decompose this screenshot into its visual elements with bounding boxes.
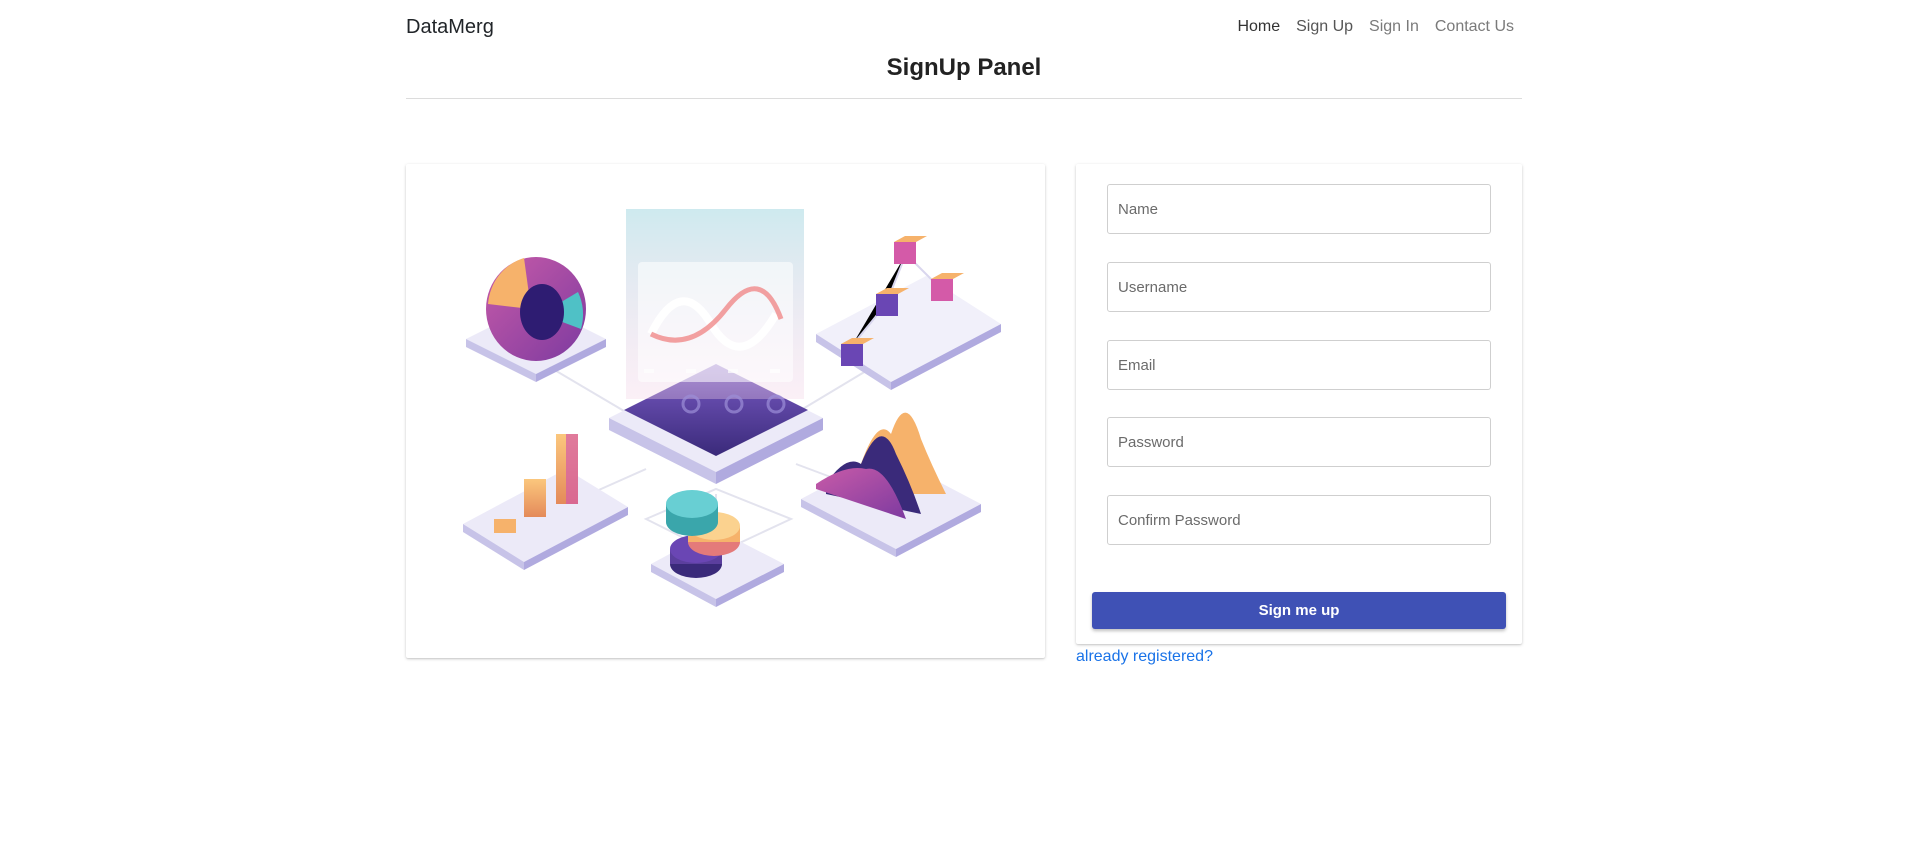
navbar: DataMerg Home Sign Up Sign In Contact Us bbox=[406, 0, 1522, 54]
name-input[interactable] bbox=[1107, 184, 1491, 234]
password-input[interactable] bbox=[1107, 417, 1491, 467]
nav-menu: Home Sign Up Sign In Contact Us bbox=[1229, 18, 1522, 36]
nav-signin-link[interactable]: Sign In bbox=[1361, 18, 1427, 36]
signup-form-card: Sign me up bbox=[1076, 164, 1522, 644]
data-analytics-illustration bbox=[463, 209, 1001, 607]
nav-contact-link[interactable]: Contact Us bbox=[1427, 18, 1522, 36]
area-chart-icon bbox=[801, 412, 981, 557]
confirm-password-input[interactable] bbox=[1107, 495, 1491, 545]
illustration-card bbox=[406, 164, 1045, 658]
network-nodes-icon bbox=[816, 236, 1001, 390]
sign-me-up-button[interactable]: Sign me up bbox=[1092, 592, 1506, 629]
donut-chart-icon bbox=[466, 257, 606, 382]
email-input[interactable] bbox=[1107, 340, 1491, 390]
username-input[interactable] bbox=[1107, 262, 1491, 312]
bar-chart-icon bbox=[463, 434, 628, 570]
brand-logo[interactable]: DataMerg bbox=[406, 16, 494, 39]
central-dashboard-icon bbox=[609, 209, 823, 484]
header-divider bbox=[406, 98, 1522, 99]
page-title: SignUp Panel bbox=[886, 54, 1042, 81]
nav-signup-link[interactable]: Sign Up bbox=[1288, 18, 1361, 36]
already-registered-link[interactable]: already registered? bbox=[1076, 648, 1213, 666]
page-container: DataMerg Home Sign Up Sign In Contact Us… bbox=[406, 0, 1522, 665]
nav-home-link[interactable]: Home bbox=[1229, 18, 1288, 36]
